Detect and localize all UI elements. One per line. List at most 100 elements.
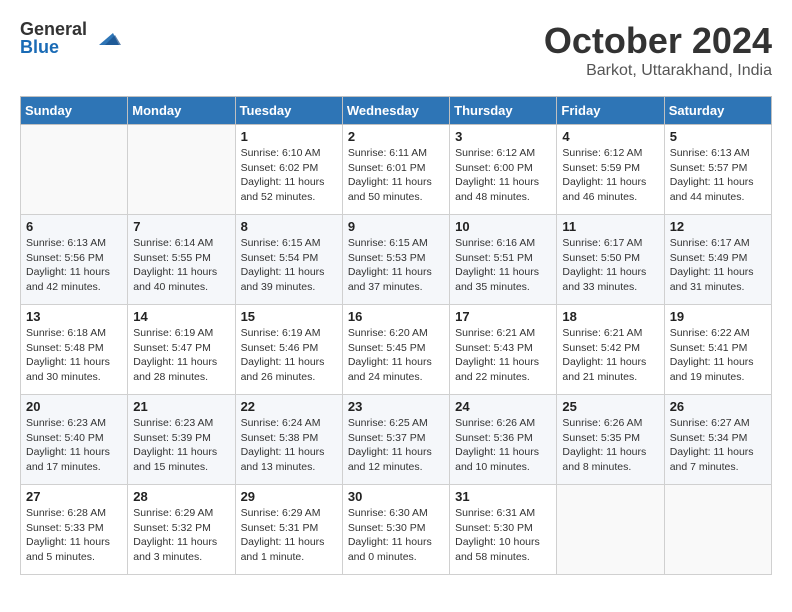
calendar-week-4: 20 Sunrise: 6:23 AMSunset: 5:40 PMDaylig… xyxy=(21,395,772,485)
day-number: 24 xyxy=(455,399,551,414)
page-header: General Blue October 2024 Barkot, Uttara… xyxy=(20,20,772,80)
calendar-cell: 17 Sunrise: 6:21 AMSunset: 5:43 PMDaylig… xyxy=(450,305,557,395)
day-info: Sunrise: 6:22 AMSunset: 5:41 PMDaylight:… xyxy=(670,326,766,385)
day-number: 4 xyxy=(562,129,658,144)
calendar-cell: 11 Sunrise: 6:17 AMSunset: 5:50 PMDaylig… xyxy=(557,215,664,305)
location: Barkot, Uttarakhand, India xyxy=(544,62,772,80)
calendar-cell: 24 Sunrise: 6:26 AMSunset: 5:36 PMDaylig… xyxy=(450,395,557,485)
calendar-cell: 27 Sunrise: 6:28 AMSunset: 5:33 PMDaylig… xyxy=(21,485,128,575)
calendar-cell: 31 Sunrise: 6:31 AMSunset: 5:30 PMDaylig… xyxy=(450,485,557,575)
day-number: 31 xyxy=(455,489,551,504)
weekday-header-sunday: Sunday xyxy=(21,97,128,125)
logo-general: General xyxy=(20,20,87,38)
weekday-header-saturday: Saturday xyxy=(664,97,771,125)
calendar-cell: 18 Sunrise: 6:21 AMSunset: 5:42 PMDaylig… xyxy=(557,305,664,395)
calendar-cell: 2 Sunrise: 6:11 AMSunset: 6:01 PMDayligh… xyxy=(342,125,449,215)
day-info: Sunrise: 6:13 AMSunset: 5:57 PMDaylight:… xyxy=(670,146,766,205)
calendar-cell: 6 Sunrise: 6:13 AMSunset: 5:56 PMDayligh… xyxy=(21,215,128,305)
day-info: Sunrise: 6:23 AMSunset: 5:39 PMDaylight:… xyxy=(133,416,229,475)
day-number: 15 xyxy=(241,309,337,324)
calendar-cell: 4 Sunrise: 6:12 AMSunset: 5:59 PMDayligh… xyxy=(557,125,664,215)
day-number: 17 xyxy=(455,309,551,324)
day-info: Sunrise: 6:30 AMSunset: 5:30 PMDaylight:… xyxy=(348,506,444,565)
day-number: 1 xyxy=(241,129,337,144)
day-number: 21 xyxy=(133,399,229,414)
day-number: 5 xyxy=(670,129,766,144)
weekday-header-tuesday: Tuesday xyxy=(235,97,342,125)
day-number: 26 xyxy=(670,399,766,414)
calendar-cell: 30 Sunrise: 6:30 AMSunset: 5:30 PMDaylig… xyxy=(342,485,449,575)
day-number: 12 xyxy=(670,219,766,234)
weekday-header-thursday: Thursday xyxy=(450,97,557,125)
day-info: Sunrise: 6:19 AMSunset: 5:47 PMDaylight:… xyxy=(133,326,229,385)
day-info: Sunrise: 6:27 AMSunset: 5:34 PMDaylight:… xyxy=(670,416,766,475)
calendar-cell: 26 Sunrise: 6:27 AMSunset: 5:34 PMDaylig… xyxy=(664,395,771,485)
calendar-cell xyxy=(21,125,128,215)
calendar-cell: 20 Sunrise: 6:23 AMSunset: 5:40 PMDaylig… xyxy=(21,395,128,485)
day-number: 25 xyxy=(562,399,658,414)
day-number: 16 xyxy=(348,309,444,324)
day-number: 27 xyxy=(26,489,122,504)
day-number: 22 xyxy=(241,399,337,414)
day-number: 2 xyxy=(348,129,444,144)
day-number: 18 xyxy=(562,309,658,324)
day-number: 14 xyxy=(133,309,229,324)
calendar-cell: 16 Sunrise: 6:20 AMSunset: 5:45 PMDaylig… xyxy=(342,305,449,395)
calendar-cell xyxy=(128,125,235,215)
day-info: Sunrise: 6:12 AMSunset: 6:00 PMDaylight:… xyxy=(455,146,551,205)
calendar-cell xyxy=(557,485,664,575)
day-number: 8 xyxy=(241,219,337,234)
title-section: October 2024 Barkot, Uttarakhand, India xyxy=(544,20,772,80)
month-title: October 2024 xyxy=(544,20,772,62)
day-number: 30 xyxy=(348,489,444,504)
calendar-cell: 22 Sunrise: 6:24 AMSunset: 5:38 PMDaylig… xyxy=(235,395,342,485)
calendar-cell: 7 Sunrise: 6:14 AMSunset: 5:55 PMDayligh… xyxy=(128,215,235,305)
calendar-cell: 21 Sunrise: 6:23 AMSunset: 5:39 PMDaylig… xyxy=(128,395,235,485)
day-info: Sunrise: 6:11 AMSunset: 6:01 PMDaylight:… xyxy=(348,146,444,205)
day-number: 19 xyxy=(670,309,766,324)
day-number: 7 xyxy=(133,219,229,234)
day-number: 3 xyxy=(455,129,551,144)
day-info: Sunrise: 6:28 AMSunset: 5:33 PMDaylight:… xyxy=(26,506,122,565)
weekday-header-friday: Friday xyxy=(557,97,664,125)
day-number: 11 xyxy=(562,219,658,234)
calendar-cell: 19 Sunrise: 6:22 AMSunset: 5:41 PMDaylig… xyxy=(664,305,771,395)
day-info: Sunrise: 6:10 AMSunset: 6:02 PMDaylight:… xyxy=(241,146,337,205)
calendar-cell: 8 Sunrise: 6:15 AMSunset: 5:54 PMDayligh… xyxy=(235,215,342,305)
day-info: Sunrise: 6:12 AMSunset: 5:59 PMDaylight:… xyxy=(562,146,658,205)
calendar-cell: 10 Sunrise: 6:16 AMSunset: 5:51 PMDaylig… xyxy=(450,215,557,305)
day-info: Sunrise: 6:26 AMSunset: 5:35 PMDaylight:… xyxy=(562,416,658,475)
calendar-week-1: 1 Sunrise: 6:10 AMSunset: 6:02 PMDayligh… xyxy=(21,125,772,215)
calendar-cell: 9 Sunrise: 6:15 AMSunset: 5:53 PMDayligh… xyxy=(342,215,449,305)
day-info: Sunrise: 6:15 AMSunset: 5:54 PMDaylight:… xyxy=(241,236,337,295)
day-info: Sunrise: 6:26 AMSunset: 5:36 PMDaylight:… xyxy=(455,416,551,475)
day-info: Sunrise: 6:17 AMSunset: 5:50 PMDaylight:… xyxy=(562,236,658,295)
day-number: 20 xyxy=(26,399,122,414)
calendar-cell: 1 Sunrise: 6:10 AMSunset: 6:02 PMDayligh… xyxy=(235,125,342,215)
calendar-cell: 23 Sunrise: 6:25 AMSunset: 5:37 PMDaylig… xyxy=(342,395,449,485)
logo-blue: Blue xyxy=(20,38,87,56)
calendar-cell xyxy=(664,485,771,575)
calendar-week-3: 13 Sunrise: 6:18 AMSunset: 5:48 PMDaylig… xyxy=(21,305,772,395)
day-info: Sunrise: 6:25 AMSunset: 5:37 PMDaylight:… xyxy=(348,416,444,475)
day-number: 9 xyxy=(348,219,444,234)
calendar-cell: 13 Sunrise: 6:18 AMSunset: 5:48 PMDaylig… xyxy=(21,305,128,395)
calendar-cell: 25 Sunrise: 6:26 AMSunset: 5:35 PMDaylig… xyxy=(557,395,664,485)
day-number: 10 xyxy=(455,219,551,234)
day-number: 29 xyxy=(241,489,337,504)
weekday-header-monday: Monday xyxy=(128,97,235,125)
weekday-header-row: SundayMondayTuesdayWednesdayThursdayFrid… xyxy=(21,97,772,125)
day-number: 6 xyxy=(26,219,122,234)
weekday-header-wednesday: Wednesday xyxy=(342,97,449,125)
day-info: Sunrise: 6:21 AMSunset: 5:43 PMDaylight:… xyxy=(455,326,551,385)
day-info: Sunrise: 6:20 AMSunset: 5:45 PMDaylight:… xyxy=(348,326,444,385)
logo: General Blue xyxy=(20,20,121,56)
day-info: Sunrise: 6:21 AMSunset: 5:42 PMDaylight:… xyxy=(562,326,658,385)
calendar-week-5: 27 Sunrise: 6:28 AMSunset: 5:33 PMDaylig… xyxy=(21,485,772,575)
calendar-cell: 29 Sunrise: 6:29 AMSunset: 5:31 PMDaylig… xyxy=(235,485,342,575)
day-number: 23 xyxy=(348,399,444,414)
day-info: Sunrise: 6:19 AMSunset: 5:46 PMDaylight:… xyxy=(241,326,337,385)
day-number: 28 xyxy=(133,489,229,504)
calendar-week-2: 6 Sunrise: 6:13 AMSunset: 5:56 PMDayligh… xyxy=(21,215,772,305)
calendar-cell: 15 Sunrise: 6:19 AMSunset: 5:46 PMDaylig… xyxy=(235,305,342,395)
